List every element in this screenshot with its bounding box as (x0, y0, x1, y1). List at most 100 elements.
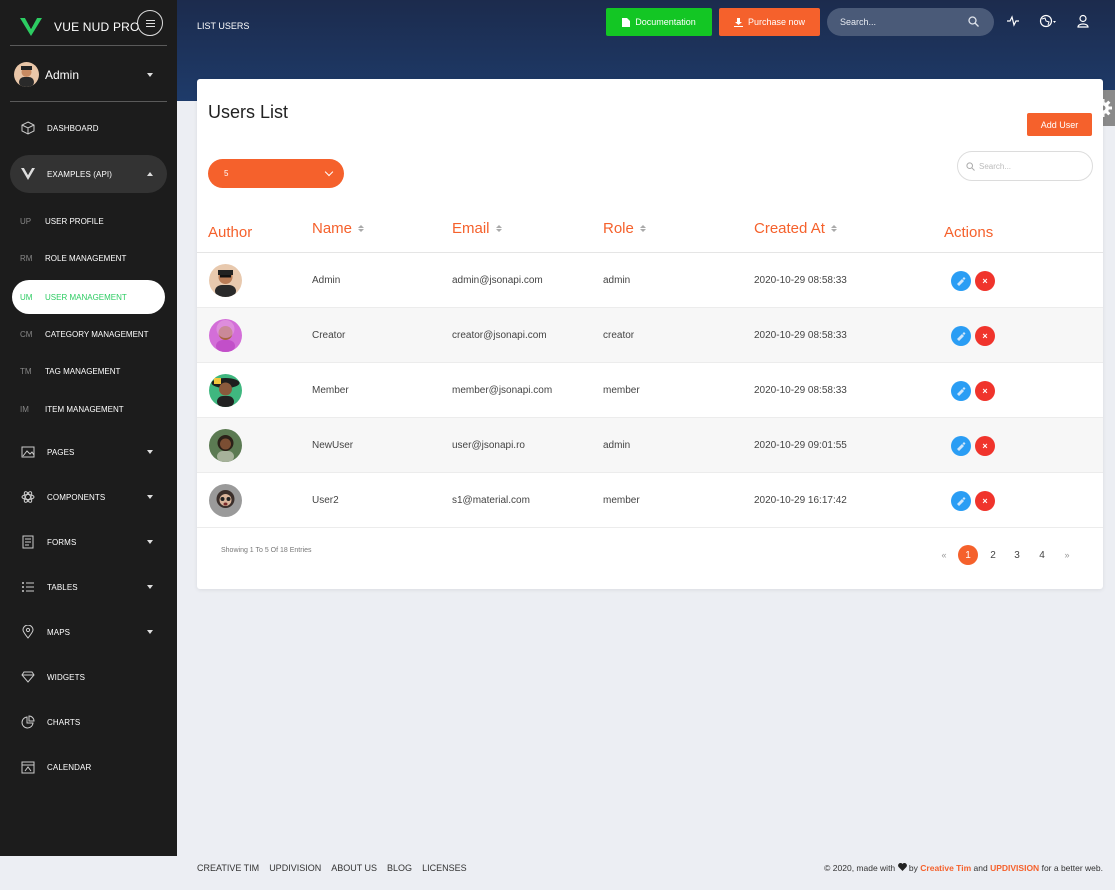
footer-link-licenses[interactable]: LICENSES (422, 863, 467, 873)
chevron-down-icon (147, 495, 153, 499)
menu-icon[interactable] (137, 10, 163, 36)
activity-icon[interactable] (1006, 14, 1020, 28)
table-search[interactable] (957, 151, 1093, 181)
sidebar-item-label: USER MANAGEMENT (45, 292, 127, 302)
user-name: User2 (312, 495, 339, 506)
sidebar-item-pages[interactable]: PAGES (10, 433, 167, 471)
page-title: Users List (208, 102, 289, 122)
add-user-button[interactable]: Add User (1027, 113, 1092, 136)
sidebar-item-label: ROLE MANAGEMENT (45, 253, 127, 263)
search-icon[interactable] (968, 16, 979, 27)
sidebar-item-label: PAGES (47, 447, 75, 457)
user-icon[interactable] (1076, 14, 1090, 28)
brand: VUE NUD PRO (10, 8, 167, 46)
sidebar-item-dashboard[interactable]: DASHBOARD (10, 109, 167, 147)
table-search-input[interactable] (979, 161, 1079, 171)
edit-icon (957, 387, 966, 396)
header-search[interactable] (827, 8, 994, 36)
avatar (209, 484, 242, 517)
column-header-role[interactable]: Role (603, 220, 646, 237)
sidebar-item-widgets[interactable]: WIDGETS (10, 658, 167, 696)
purchase-button[interactable]: Purchase now (719, 8, 820, 36)
pagination-page-2[interactable]: 2 (983, 545, 1003, 565)
avatar (209, 374, 242, 407)
pagination-next[interactable]: » (1057, 545, 1077, 565)
close-icon: × (982, 441, 988, 451)
pagination-prev[interactable]: « (934, 545, 954, 565)
documentation-button[interactable]: Documentation (606, 8, 712, 36)
user-role: member (603, 495, 640, 506)
edit-button[interactable] (951, 381, 971, 401)
header-search-input[interactable] (840, 17, 960, 27)
download-icon (733, 17, 743, 27)
footer-links: CREATIVE TIM UPDIVISION ABOUT US BLOG LI… (197, 863, 467, 873)
footer-link-updivision[interactable]: UPDIVISION (269, 863, 321, 873)
column-header-name[interactable]: Name (312, 220, 365, 237)
user-role: admin (603, 440, 631, 451)
chevron-down-icon (147, 450, 153, 454)
per-page-select[interactable]: 5 (208, 159, 344, 188)
user-menu[interactable]: Admin (10, 58, 167, 102)
heart-icon (897, 863, 907, 871)
user-role: member (603, 385, 640, 396)
pagination-page-3[interactable]: 3 (1007, 545, 1027, 565)
delete-button[interactable]: × (975, 271, 995, 291)
sidebar-item-category-management[interactable]: CM CATEGORY MANAGEMENT (12, 317, 165, 351)
footer-brand-creative-tim[interactable]: Creative Tim (920, 863, 971, 873)
user-created-at: 2020-10-29 16:17:42 (754, 495, 847, 506)
globe-icon[interactable] (1039, 14, 1057, 28)
pin-icon (22, 625, 34, 639)
footer-link-about-us[interactable]: ABOUT US (331, 863, 377, 873)
close-icon: × (982, 331, 988, 341)
user-name: Member (312, 385, 349, 396)
column-header-email[interactable]: Email (452, 220, 502, 237)
edit-icon (957, 332, 966, 341)
pagination-page-1[interactable]: 1 (958, 545, 978, 565)
edit-button[interactable] (951, 271, 971, 291)
chevron-down-icon (147, 630, 153, 634)
user-name: Admin (45, 68, 80, 82)
chart-pie-icon (21, 715, 35, 729)
sidebar-item-user-profile[interactable]: UP USER PROFILE (12, 204, 165, 238)
edit-icon (957, 277, 966, 286)
vue-logo-icon (20, 17, 42, 36)
sort-icon (639, 225, 646, 232)
column-header-created-at[interactable]: Created At (754, 220, 837, 237)
sidebar-item-charts[interactable]: CHARTS (10, 703, 167, 741)
footer-brand-updivision[interactable]: UPDIVISION (990, 863, 1039, 873)
sidebar-item-label: TABLES (47, 582, 78, 592)
avatar (209, 429, 242, 462)
sidebar-item-user-management[interactable]: UM USER MANAGEMENT (12, 280, 165, 314)
edit-button[interactable] (951, 436, 971, 456)
footer-link-creative-tim[interactable]: CREATIVE TIM (197, 863, 259, 873)
sidebar-item-role-management[interactable]: RM ROLE MANAGEMENT (12, 241, 165, 275)
sidebar-item-label: WIDGETS (47, 672, 86, 682)
sort-icon (830, 225, 837, 232)
user-email: admin@jsonapi.com (452, 275, 543, 286)
sidebar-item-examples[interactable]: EXAMPLES (API) (10, 155, 167, 193)
sidebar-item-tables[interactable]: TABLES (10, 568, 167, 606)
sidebar-item-tag-management[interactable]: TM TAG MANAGEMENT (12, 354, 165, 388)
edit-button[interactable] (951, 326, 971, 346)
avatar (209, 264, 242, 297)
sidebar-item-maps[interactable]: MAPS (10, 613, 167, 651)
delete-button[interactable]: × (975, 381, 995, 401)
chevron-down-icon (324, 167, 334, 177)
sidebar-item-components[interactable]: COMPONENTS (10, 478, 167, 516)
user-name: Creator (312, 330, 346, 341)
edit-button[interactable] (951, 491, 971, 511)
delete-button[interactable]: × (975, 326, 995, 346)
document-icon (622, 17, 631, 27)
delete-button[interactable]: × (975, 491, 995, 511)
column-header-author: Author (208, 224, 253, 241)
pagination-page-4[interactable]: 4 (1032, 545, 1052, 565)
delete-button[interactable]: × (975, 436, 995, 456)
sidebar-item-forms[interactable]: FORMS (10, 523, 167, 561)
edit-icon (957, 442, 966, 451)
sidebar-item-label: CHARTS (47, 717, 81, 727)
user-email: user@jsonapi.ro (452, 440, 525, 451)
sidebar-item-item-management[interactable]: IM ITEM MANAGEMENT (12, 392, 165, 426)
footer-link-blog[interactable]: BLOG (387, 863, 412, 873)
user-created-at: 2020-10-29 08:58:33 (754, 330, 847, 341)
sidebar-item-calendar[interactable]: CALENDAR (10, 748, 167, 786)
